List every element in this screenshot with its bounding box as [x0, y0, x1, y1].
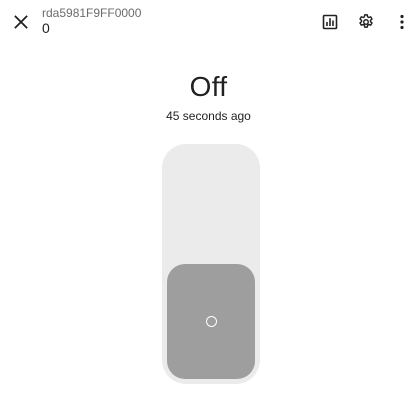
power-off-icon — [205, 316, 217, 327]
entity-name: 0 — [42, 20, 50, 36]
toggle-thumb[interactable] — [167, 264, 255, 379]
close-icon — [14, 15, 28, 29]
state-value: Off — [189, 71, 228, 102]
last-changed: 45 seconds ago — [166, 109, 251, 123]
gear-icon — [359, 14, 373, 28]
history-button[interactable] — [316, 8, 344, 36]
more-options-button[interactable] — [388, 8, 416, 36]
power-toggle[interactable] — [162, 144, 260, 384]
dialog-header: rda5981F9FF0000 0 — [42, 6, 302, 36]
settings-button[interactable] — [352, 8, 380, 36]
close-button[interactable] — [7, 8, 35, 36]
dots-vertical-icon — [400, 14, 404, 30]
entity-id: rda5981F9FF0000 — [42, 6, 142, 20]
chart-icon — [322, 14, 338, 30]
